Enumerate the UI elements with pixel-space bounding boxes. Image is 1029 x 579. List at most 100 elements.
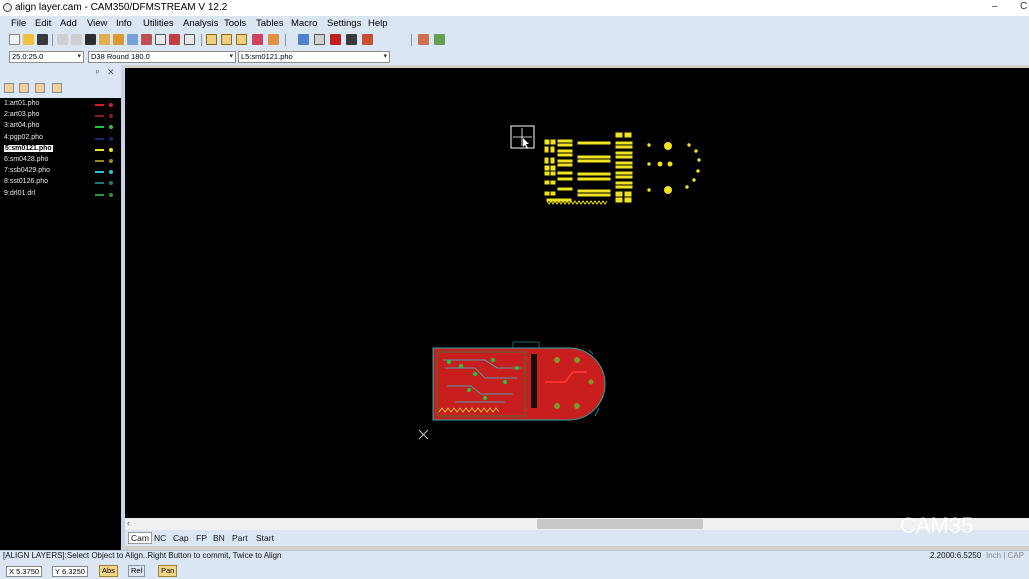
layer-row[interactable]: 2:art03.pho [4,111,39,118]
query-icon[interactable] [418,34,429,45]
cursor-coordinates: 2.2000:6.5250 [930,551,982,560]
save-disk-icon[interactable] [37,34,48,45]
grid-combo[interactable]: 25.0:25.0 ▾ [9,51,84,63]
layer-color-swatch[interactable] [95,193,104,196]
layer-remove-icon[interactable] [52,83,62,93]
menu-tools[interactable]: Tools [224,18,246,29]
move-cross-icon[interactable] [298,34,309,45]
rotate-icon[interactable] [346,34,357,45]
layer-row[interactable]: 7:ssb0429.pho [4,167,50,174]
copy-icon[interactable] [314,34,325,45]
tab-start[interactable]: Start [256,533,274,543]
y-value: 6.3250 [61,567,85,576]
layer-color-swatch[interactable] [95,182,104,185]
drc-icon[interactable] [434,34,445,45]
title-bar: align layer.cam - CAM350/DFMSTREAM V 12.… [0,0,1029,16]
pin-icon[interactable]: ᵖ [96,68,99,77]
menu-analysis[interactable]: Analysis [183,18,218,29]
layer-copy-icon[interactable] [35,83,45,93]
coordinate-bar [0,564,1029,579]
dcode-combo[interactable]: D38 Round 180.0 ▾ [88,51,236,63]
tab-bn[interactable]: BN [213,533,225,543]
close-button[interactable]: C [1020,1,1027,12]
x-coordinate-field[interactable]: X 5.3750 [6,566,43,577]
highlight-icon[interactable] [268,34,279,45]
menu-view[interactable]: View [87,18,107,29]
menu-macro[interactable]: Macro [291,18,317,29]
layer-visibility-dot[interactable] [109,147,113,152]
rel-mode-button[interactable]: Rel [128,565,146,577]
mirror-icon[interactable] [362,34,373,45]
pcb-board [432,341,606,421]
y-coordinate-field[interactable]: Y 6.3250 [52,566,88,577]
layer-visibility-dot[interactable] [109,103,113,107]
snap-grid-icon[interactable] [206,34,217,45]
tab-cap[interactable]: Cap [173,533,189,543]
delete-x-icon[interactable] [330,34,341,45]
tab-cam[interactable]: Cam [128,532,152,544]
layer-color-swatch[interactable] [95,160,104,162]
layer-color-swatch[interactable] [95,115,104,118]
layer-row[interactable]: 5:sm0121.pho [3,143,54,153]
menu-bar: File Edit Add View Info Utilities Analys… [0,16,1029,32]
tab-nc[interactable]: NC [154,533,166,543]
chevron-down-icon: ▾ [77,53,81,60]
zoom-fit-icon[interactable] [155,34,166,45]
menu-file[interactable]: File [11,18,26,29]
pan-mode-button[interactable]: Pan [158,565,178,577]
menu-add[interactable]: Add [60,18,77,29]
layer-color-swatch[interactable] [95,104,104,106]
redo-icon[interactable] [71,34,82,45]
menu-settings[interactable]: Settings [327,18,361,29]
cam-canvas[interactable] [125,68,1029,518]
tab-fp[interactable]: FP [196,533,207,543]
layer-color-swatch[interactable] [95,148,104,151]
menu-tables[interactable]: Tables [256,18,283,29]
zoom-window-icon[interactable] [99,34,110,45]
rel-label: Rel [131,566,143,575]
menu-utilities[interactable]: Utilities [143,18,174,29]
mouse-cursor-icon [523,138,529,149]
zoom-all-icon[interactable] [141,34,152,45]
layer-color-swatch[interactable] [95,171,104,174]
layer-color-swatch[interactable] [95,126,104,129]
zoom-out-icon[interactable] [127,34,138,45]
print-icon[interactable] [85,34,96,45]
layer-visibility-dot[interactable] [109,159,113,163]
grid-dots-icon[interactable] [221,34,232,45]
layer-colors-icon[interactable] [252,34,263,45]
zoom-in-icon[interactable] [113,34,124,45]
layer-row[interactable]: 4:pgp02.pho [4,134,43,141]
app-icon [3,3,12,12]
layer-visibility-dot[interactable] [109,136,113,141]
layer-visibility-dot[interactable] [109,192,113,197]
new-file-icon[interactable] [9,34,20,45]
page-icon[interactable] [184,34,195,45]
cam-drawing [418,125,701,440]
layer-row[interactable]: 9:drl01.drl [4,190,35,197]
layer-combo[interactable]: L5:sm0121.pho ▾ [238,51,390,63]
layer-row[interactable]: 6:sm0428.pho [4,156,48,163]
layer-add-icon[interactable] [19,83,29,93]
abs-mode-button[interactable]: Abs [99,565,118,577]
layer-row[interactable]: 8:sst0126.pho [4,178,48,185]
tab-part[interactable]: Part [232,533,248,543]
redraw-icon[interactable] [169,34,180,45]
layer-color-swatch[interactable] [95,137,104,140]
grid-lines-icon[interactable] [236,34,247,45]
layer-row[interactable]: 1:art01.pho [4,100,39,107]
y-label: Y [55,567,60,576]
scroll-left-icon[interactable]: ‹ [127,518,130,528]
status-message: [ALIGN LAYERS]:Select Object to Align..R… [3,551,282,560]
layer-pencil-icon[interactable] [4,83,14,93]
undo-icon[interactable] [57,34,68,45]
menu-edit[interactable]: Edit [35,18,51,29]
close-icon[interactable]: ✕ [107,67,115,78]
menu-info[interactable]: Info [116,18,132,29]
horizontal-scrollbar[interactable]: ‹ [125,518,1029,530]
minimize-button[interactable]: – [992,1,998,12]
layer-row[interactable]: 3:art04.pho [4,122,39,129]
scroll-thumb[interactable] [537,519,703,529]
menu-help[interactable]: Help [368,18,388,29]
open-folder-icon[interactable] [23,34,34,45]
